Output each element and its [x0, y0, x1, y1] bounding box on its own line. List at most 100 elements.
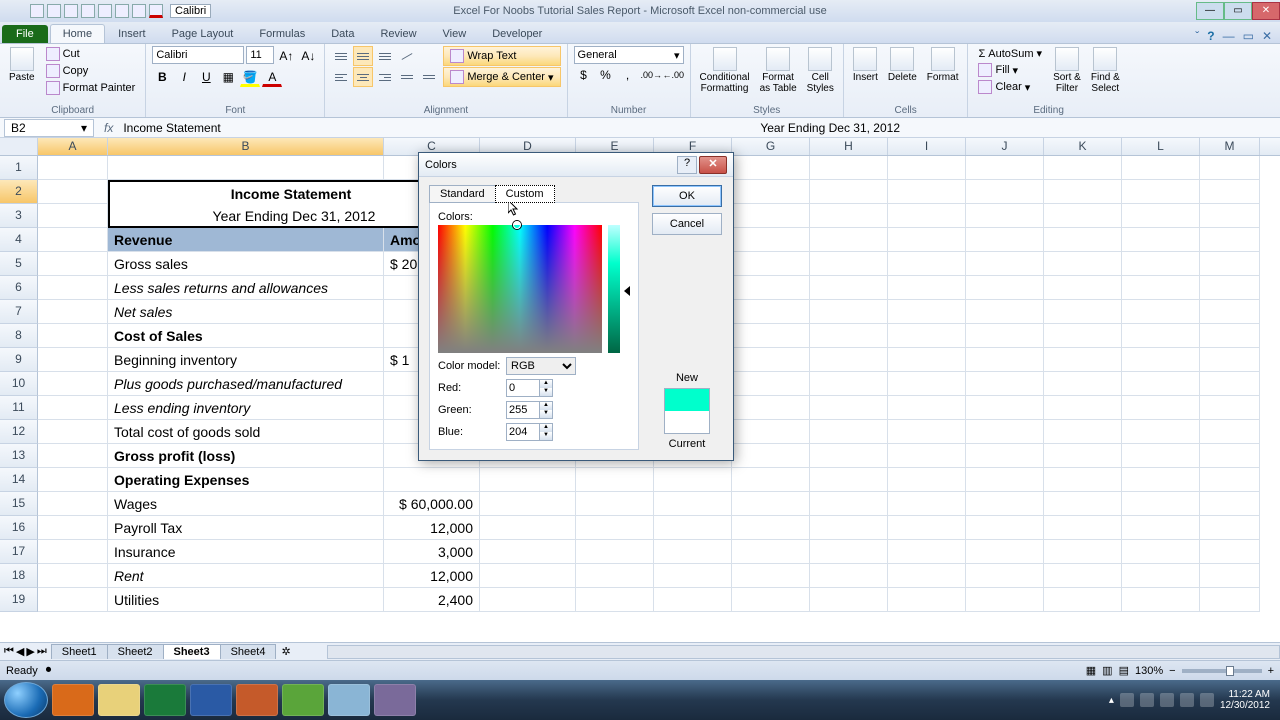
- cell[interactable]: [1044, 420, 1122, 444]
- row-header[interactable]: 16: [0, 516, 38, 540]
- cell[interactable]: [732, 540, 810, 564]
- cell[interactable]: [1122, 180, 1200, 204]
- cell[interactable]: [654, 588, 732, 612]
- row-header[interactable]: 19: [0, 588, 38, 612]
- font-color-button[interactable]: A: [262, 67, 282, 87]
- horizontal-scrollbar[interactable]: [327, 645, 1280, 659]
- cell[interactable]: [810, 540, 888, 564]
- blue-spinner[interactable]: ▲▼: [540, 423, 553, 441]
- row-header[interactable]: 6: [0, 276, 38, 300]
- start-button[interactable]: [4, 682, 48, 718]
- cell[interactable]: [732, 564, 810, 588]
- cell[interactable]: [1044, 372, 1122, 396]
- red-spinner[interactable]: ▲▼: [540, 379, 553, 397]
- sheet-nav-prev-icon[interactable]: ◀: [16, 645, 24, 658]
- cell[interactable]: [888, 324, 966, 348]
- cell[interactable]: [1200, 396, 1260, 420]
- cut-button[interactable]: Cut: [42, 46, 140, 62]
- cell[interactable]: [888, 300, 966, 324]
- redo-icon[interactable]: [81, 4, 95, 18]
- dialog-tab-standard[interactable]: Standard: [429, 185, 496, 203]
- cell[interactable]: 2,400: [384, 588, 480, 612]
- dialog-help-button[interactable]: ?: [677, 156, 697, 174]
- cell[interactable]: [810, 516, 888, 540]
- taskbar-app-icon[interactable]: [282, 684, 324, 716]
- view-page-break-icon[interactable]: ▤: [1119, 664, 1129, 677]
- cell[interactable]: Total cost of goods sold: [108, 420, 384, 444]
- cell[interactable]: $ 60,000.00: [384, 492, 480, 516]
- cell[interactable]: Wages: [108, 492, 384, 516]
- bold-button[interactable]: B: [152, 67, 172, 87]
- col-header-I[interactable]: I: [888, 138, 966, 155]
- cell[interactable]: [38, 492, 108, 516]
- cell[interactable]: [888, 492, 966, 516]
- help-icon[interactable]: ?: [1207, 29, 1214, 43]
- increase-decimal-button[interactable]: .00→: [640, 65, 660, 85]
- workbook-min-icon[interactable]: —: [1223, 29, 1235, 43]
- accounting-format-button[interactable]: $: [574, 65, 594, 85]
- cell[interactable]: [732, 180, 810, 204]
- tab-view[interactable]: View: [430, 24, 480, 43]
- row-header[interactable]: 14: [0, 468, 38, 492]
- cell[interactable]: [1200, 228, 1260, 252]
- tray-app-icon[interactable]: [1180, 693, 1194, 707]
- cell[interactable]: [888, 396, 966, 420]
- cell[interactable]: [1122, 540, 1200, 564]
- cell[interactable]: [888, 516, 966, 540]
- cell[interactable]: [38, 180, 108, 204]
- cell[interactable]: [480, 540, 576, 564]
- format-cells-button[interactable]: Format: [924, 46, 962, 84]
- view-normal-icon[interactable]: ▦: [1086, 664, 1096, 677]
- cell[interactable]: [1200, 348, 1260, 372]
- cell[interactable]: [888, 420, 966, 444]
- dialog-close-button[interactable]: ✕: [699, 156, 727, 174]
- cell[interactable]: [38, 444, 108, 468]
- cell[interactable]: [38, 372, 108, 396]
- row-header[interactable]: 1: [0, 156, 38, 180]
- cell[interactable]: [38, 468, 108, 492]
- cell[interactable]: [576, 564, 654, 588]
- cell[interactable]: [654, 492, 732, 516]
- cell[interactable]: [38, 420, 108, 444]
- cell[interactable]: [576, 492, 654, 516]
- row-header[interactable]: 15: [0, 492, 38, 516]
- row-header[interactable]: 11: [0, 396, 38, 420]
- col-header-L[interactable]: L: [1122, 138, 1200, 155]
- cell[interactable]: [732, 156, 810, 180]
- decrease-decimal-button[interactable]: ←.00: [662, 65, 682, 85]
- cell[interactable]: [38, 516, 108, 540]
- tab-home[interactable]: Home: [50, 24, 105, 43]
- minimize-button[interactable]: —: [1196, 2, 1224, 20]
- cell[interactable]: [1044, 468, 1122, 492]
- cell[interactable]: [966, 180, 1044, 204]
- cell[interactable]: [888, 276, 966, 300]
- cell[interactable]: [1044, 348, 1122, 372]
- cell[interactable]: [1200, 444, 1260, 468]
- cell[interactable]: [1044, 156, 1122, 180]
- cell[interactable]: [38, 204, 108, 228]
- cell[interactable]: [654, 540, 732, 564]
- shrink-font-button[interactable]: A↓: [298, 46, 318, 66]
- cell[interactable]: [1122, 564, 1200, 588]
- view-page-layout-icon[interactable]: ▥: [1102, 664, 1112, 677]
- percent-button[interactable]: %: [596, 65, 616, 85]
- cell[interactable]: [810, 228, 888, 252]
- fill-color-button[interactable]: 🪣: [240, 67, 260, 87]
- row-header[interactable]: 2: [0, 180, 38, 204]
- align-right-button[interactable]: [375, 67, 395, 87]
- cell[interactable]: [1200, 300, 1260, 324]
- cell[interactable]: [38, 324, 108, 348]
- macro-record-icon[interactable]: ⏺: [46, 664, 52, 677]
- cell[interactable]: [480, 588, 576, 612]
- new-sheet-button[interactable]: ✲: [275, 645, 296, 658]
- tray-app-icon[interactable]: [1200, 693, 1214, 707]
- cell[interactable]: [1044, 300, 1122, 324]
- cell[interactable]: [966, 324, 1044, 348]
- cell[interactable]: [1122, 444, 1200, 468]
- copy-button[interactable]: Copy: [42, 63, 140, 79]
- cell[interactable]: [966, 348, 1044, 372]
- cell[interactable]: Insurance: [108, 540, 384, 564]
- cell[interactable]: [966, 252, 1044, 276]
- align-left-button[interactable]: [331, 67, 351, 87]
- cell[interactable]: [1044, 540, 1122, 564]
